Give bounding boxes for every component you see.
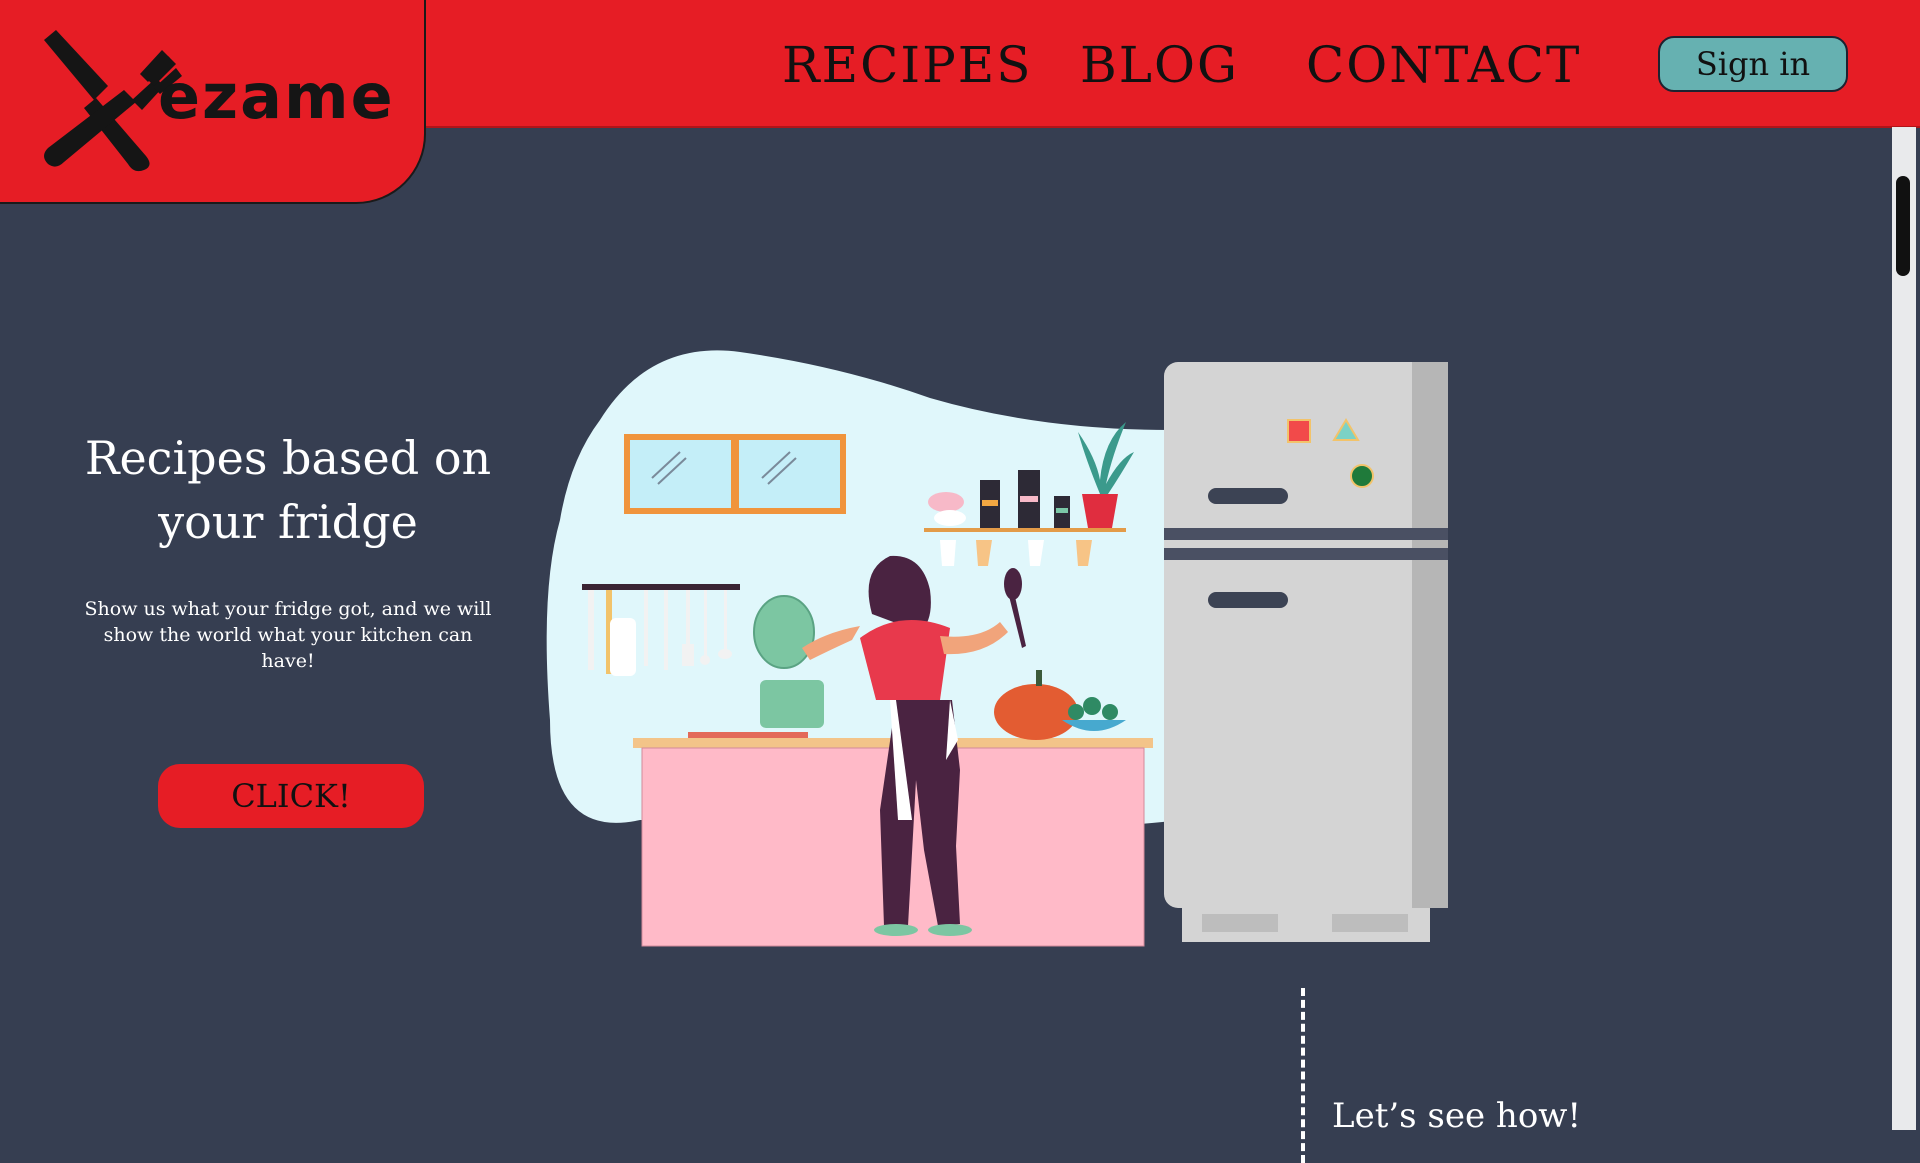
hero-title-line1: Recipes based on [84,431,492,485]
scrollbar-thumb[interactable] [1896,176,1910,276]
section-heading: Let’s see how! [1332,1096,1582,1136]
shelf-icon [924,528,1126,532]
pumpkin-icon [994,684,1078,740]
scrollbar-track[interactable] [1892,127,1916,1130]
hero-subtitle-line2: show the world what your kitchen can hav… [103,624,473,672]
nav-blog[interactable]: BLOG [1080,30,1239,100]
pot-icon [760,680,824,728]
utensil-rack-icon [582,584,740,590]
fridge-icon [1164,362,1448,908]
hero-subtitle-line1: Show us what your fridge got, and we wil… [84,598,492,620]
logo-text: ezame [158,60,395,133]
dashed-divider [1301,988,1305,1163]
hero-subtitle: Show us what your fridge got, and we wil… [76,596,500,674]
nav-recipes[interactable]: RECIPES [782,30,1033,100]
nav-contact[interactable]: CONTACT [1306,30,1581,100]
kitchen-illustration [546,350,1448,947]
hero-title: Recipes based on your fridge [70,426,506,554]
hero-title-line2: your fridge [158,495,418,549]
logo[interactable]: ezame [0,0,426,204]
cta-button[interactable]: CLICK! [158,764,424,828]
sign-in-button[interactable]: Sign in [1658,36,1848,92]
